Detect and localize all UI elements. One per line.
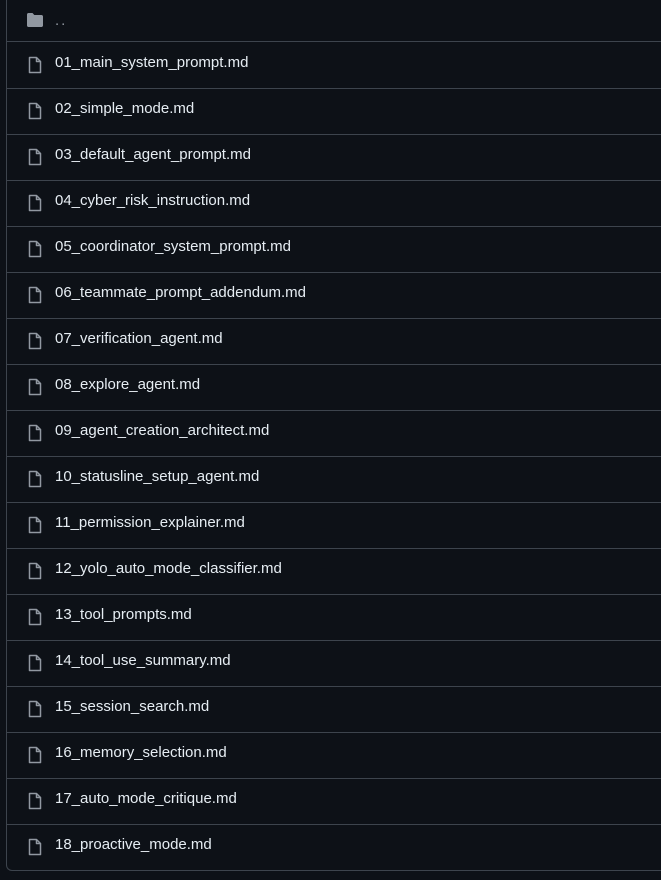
file-row[interactable]: 05_coordinator_system_prompt.md <box>7 227 661 273</box>
file-row[interactable]: 16_memory_selection.md <box>7 733 661 779</box>
file-icon <box>26 792 44 810</box>
file-row[interactable]: 06_teammate_prompt_addendum.md <box>7 273 661 319</box>
file-icon <box>26 424 44 442</box>
file-row[interactable]: 18_proactive_mode.md <box>7 825 661 871</box>
file-row[interactable]: 08_explore_agent.md <box>7 365 661 411</box>
file-link[interactable]: 05_coordinator_system_prompt.md <box>55 238 291 256</box>
file-link[interactable]: 14_tool_use_summary.md <box>55 652 231 670</box>
file-link[interactable]: 11_permission_explainer.md <box>55 514 245 532</box>
file-link[interactable]: 09_agent_creation_architect.md <box>55 422 269 440</box>
file-icon <box>26 194 44 212</box>
file-link[interactable]: 01_main_system_prompt.md <box>55 54 248 72</box>
file-icon <box>26 562 44 580</box>
file-icon <box>26 516 44 534</box>
parent-directory-link[interactable]: .. <box>55 12 67 30</box>
file-link[interactable]: 02_simple_mode.md <box>55 100 194 118</box>
file-link[interactable]: 04_cyber_risk_instruction.md <box>55 192 250 210</box>
file-list: .. 01_main_system_prompt.md 02_simple_mod… <box>6 0 661 871</box>
file-link[interactable]: 13_tool_prompts.md <box>55 606 192 624</box>
file-row[interactable]: 11_permission_explainer.md <box>7 503 661 549</box>
file-icon <box>26 240 44 258</box>
file-row[interactable]: 03_default_agent_prompt.md <box>7 135 661 181</box>
file-link[interactable]: 12_yolo_auto_mode_classifier.md <box>55 560 282 578</box>
file-icon <box>26 378 44 396</box>
file-row[interactable]: 04_cyber_risk_instruction.md <box>7 181 661 227</box>
file-row[interactable]: 17_auto_mode_critique.md <box>7 779 661 825</box>
file-link[interactable]: 16_memory_selection.md <box>55 744 227 762</box>
file-link[interactable]: 10_statusline_setup_agent.md <box>55 468 259 486</box>
file-icon <box>26 56 44 74</box>
file-link[interactable]: 07_verification_agent.md <box>55 330 223 348</box>
folder-icon <box>26 11 44 29</box>
file-row[interactable]: 14_tool_use_summary.md <box>7 641 661 687</box>
file-row[interactable]: 13_tool_prompts.md <box>7 595 661 641</box>
file-icon <box>26 148 44 166</box>
file-link[interactable]: 06_teammate_prompt_addendum.md <box>55 284 306 302</box>
file-link[interactable]: 03_default_agent_prompt.md <box>55 146 251 164</box>
file-icon <box>26 838 44 856</box>
file-icon <box>26 608 44 626</box>
file-icon <box>26 654 44 672</box>
file-icon <box>26 102 44 120</box>
file-link[interactable]: 17_auto_mode_critique.md <box>55 790 237 808</box>
file-row[interactable]: 09_agent_creation_architect.md <box>7 411 661 457</box>
file-row[interactable]: 10_statusline_setup_agent.md <box>7 457 661 503</box>
file-link[interactable]: 08_explore_agent.md <box>55 376 200 394</box>
file-link[interactable]: 18_proactive_mode.md <box>55 836 212 854</box>
file-link[interactable]: 15_session_search.md <box>55 698 209 716</box>
file-icon <box>26 700 44 718</box>
parent-directory-row[interactable]: .. <box>7 0 661 42</box>
file-icon <box>26 746 44 764</box>
file-row[interactable]: 15_session_search.md <box>7 687 661 733</box>
file-row[interactable]: 01_main_system_prompt.md <box>7 43 661 89</box>
file-icon <box>26 470 44 488</box>
file-row[interactable]: 07_verification_agent.md <box>7 319 661 365</box>
file-icon <box>26 332 44 350</box>
file-row[interactable]: 12_yolo_auto_mode_classifier.md <box>7 549 661 595</box>
file-row[interactable]: 02_simple_mode.md <box>7 89 661 135</box>
file-icon <box>26 286 44 304</box>
